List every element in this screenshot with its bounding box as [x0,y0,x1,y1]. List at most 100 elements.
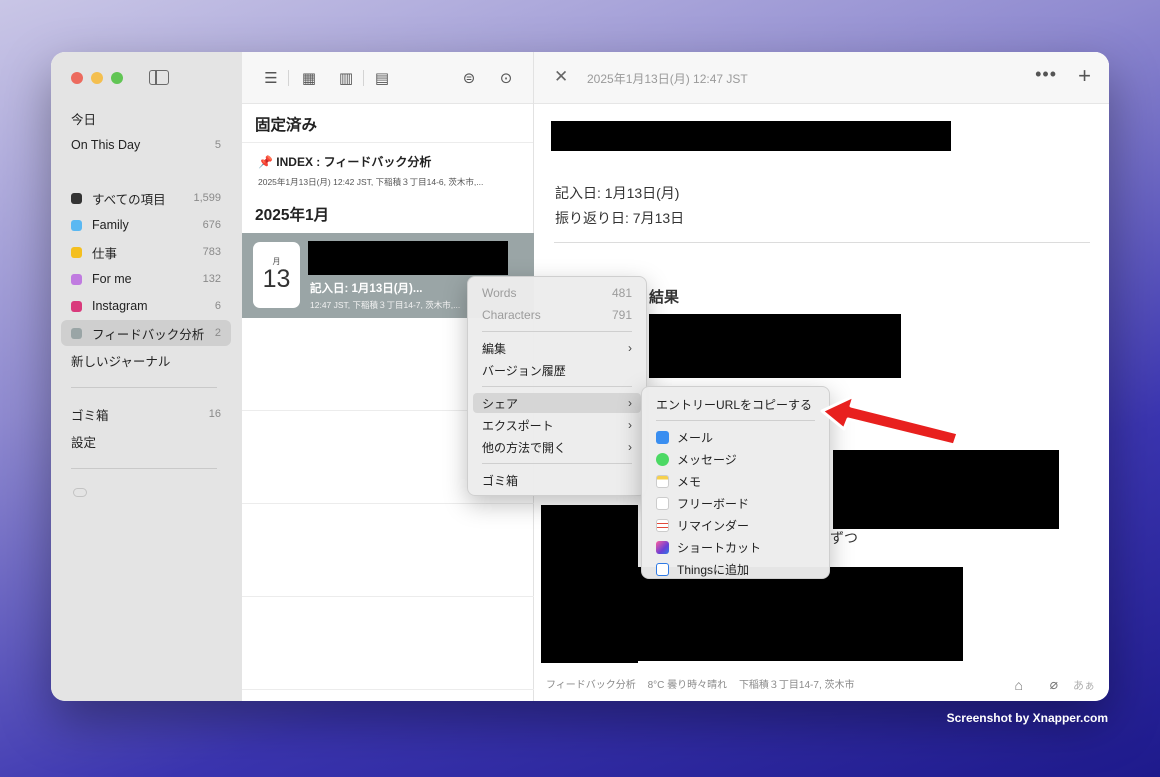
sidebar-item-count: 783 [202,246,221,258]
map-view-icon[interactable]: ▥ [337,69,355,87]
redacted-block [308,241,508,275]
sidebar-item-count: 2 [214,327,221,339]
menu-item-share[interactable]: シェア › [473,393,641,413]
share-notes-item[interactable]: メモ [647,471,824,491]
menu-item-label: Thingsに追加 [677,562,750,577]
sidebar-item-family[interactable]: Family 676 [61,212,231,238]
share-freeform-item[interactable]: フリーボード [647,493,824,513]
grid-view-icon[interactable]: ▦ [300,69,318,87]
footer-journal[interactable]: フィードバック分析 [546,680,636,691]
calendar-view-icon[interactable]: ▤ [373,69,391,87]
sidebar-item-feedback[interactable]: フィードバック分析 2 [61,320,231,346]
toolbar-separator [288,70,289,86]
zoom-window-button[interactable] [111,72,123,84]
journal-color-icon [71,300,82,312]
menu-item-version-history[interactable]: バージョン履歴 [473,360,641,380]
pinned-entry[interactable]: 📌 INDEX : フィードバック分析 2025年1月13日(月) 12:42 … [242,142,533,197]
share-mail-item[interactable]: メール [647,427,824,447]
sidebar-item-label: 今日 [71,112,97,127]
menu-separator [656,420,815,421]
sidebar-item-instagram[interactable]: Instagram 6 [61,293,231,319]
minimize-window-button[interactable] [91,72,103,84]
menu-item-export[interactable]: エクスポート › [473,415,641,435]
copy-entry-url-item[interactable]: エントリーURLをコピーする [647,394,824,414]
menu-item-label: エントリーURLをコピーする [656,397,813,412]
menu-item-edit[interactable]: 編集 › [473,338,641,358]
entry-preview-text: 記入日: 1月13日(月)... [310,283,423,295]
detail-toolbar: ✕ 2025年1月13日(月) 12:47 JST ••• + [534,52,1109,104]
share-shortcuts-item[interactable]: ショートカット [647,537,824,557]
share-messages-item[interactable]: メッセージ [647,449,824,469]
filter-icon[interactable]: ⊜ [460,69,478,87]
word-count-item: Words 481 [473,283,641,303]
journal-color-icon [71,273,82,285]
footer-location[interactable]: 下稲積３丁目14-7, 茨木市 [739,680,855,691]
menu-item-label: シェア [482,396,519,411]
tag-icon[interactable]: ⌂ [1015,677,1023,693]
sidebar-item-count: 132 [202,273,221,285]
freeform-icon [656,496,669,510]
entry-divider [554,242,1090,243]
sidebar-item-label: Family [92,218,129,232]
list-view-icon[interactable]: ☰ [262,69,280,87]
entry-line-review: 振り返り日: 7月13日 [555,210,685,226]
sidebar-item-label: Instagram [92,299,148,313]
watermark: Screenshot by Xnapper.com [946,711,1108,725]
cloud-sync-icon [73,488,87,497]
char-count-item: Characters 791 [473,305,641,325]
sidebar-item-on-this-day[interactable]: On This Day 5 [61,132,231,158]
window-controls [71,72,123,84]
redacted-block [638,567,963,661]
sidebar-item-label: ゴミ箱 [71,408,109,423]
menu-item-open-with[interactable]: 他の方法で開く › [473,437,641,457]
menu-item-trash[interactable]: ゴミ箱 [473,470,641,490]
search-icon[interactable]: ⊙ [497,69,515,87]
entry-line-written: 記入日: 1月13日(月) [555,185,680,201]
char-count-label: Characters [482,308,541,322]
partial-text: ずつ [830,530,858,546]
redacted-block [551,121,951,151]
menu-item-label: メモ [677,474,702,489]
journal-color-icon [71,327,82,339]
shortcuts-icon [656,540,669,554]
menu-separator [482,331,632,332]
entry-footer: フィードバック分析 8°C 曇り時々晴れ 下稲積３丁目14-7, 茨木市 [546,676,864,691]
redacted-block [649,314,901,378]
journal-color-icon [71,219,82,231]
sidebar-item-count: 676 [202,219,221,231]
red-arrow-annotation [820,395,960,447]
sidebar-item-count: 6 [214,300,221,312]
share-reminders-item[interactable]: リマインダー [647,515,824,535]
attachment-icon[interactable]: ⌀ [1050,676,1058,693]
sidebar-toggle-icon[interactable] [149,70,169,85]
sidebar-item-label: フィードバック分析 [92,327,205,342]
menu-item-label: メッセージ [677,452,737,467]
share-things-item[interactable]: Thingsに追加 [647,559,824,579]
notes-icon [656,474,669,488]
row-divider [242,503,534,504]
close-icon[interactable]: ✕ [554,67,568,87]
row-divider [242,689,534,690]
menu-item-label: メール [677,430,714,445]
sidebar-item-all[interactable]: すべての項目 1,599 [61,185,231,211]
add-entry-icon[interactable]: + [1078,63,1091,89]
menu-item-label: ショートカット [677,540,762,555]
word-count-label: Words [482,286,517,300]
sidebar-item-label: On This Day [71,138,141,152]
font-button[interactable]: あぁ [1073,677,1095,693]
menu-item-label: リマインダー [677,518,750,533]
chevron-right-icon: › [628,396,632,410]
date-badge-day: 13 [262,265,291,293]
new-journal-button[interactable]: 新しいジャーナル [61,347,231,373]
sidebar-item-settings[interactable]: 設定 [61,428,231,454]
context-menu: Words 481 Characters 791 編集 › バージョン履歴 シェ… [467,276,647,496]
sidebar-item-work[interactable]: 仕事 783 [61,239,231,265]
redacted-block [541,505,638,663]
more-icon[interactable]: ••• [1035,64,1057,85]
sidebar-item-trash[interactable]: ゴミ箱 16 [61,401,231,427]
sidebar-item-count: 16 [208,408,221,420]
close-window-button[interactable] [71,72,83,84]
sidebar-item-label: 仕事 [92,246,118,261]
sidebar-item-for-me[interactable]: For me 132 [61,266,231,292]
sidebar-item-today[interactable]: 今日 [61,105,231,131]
